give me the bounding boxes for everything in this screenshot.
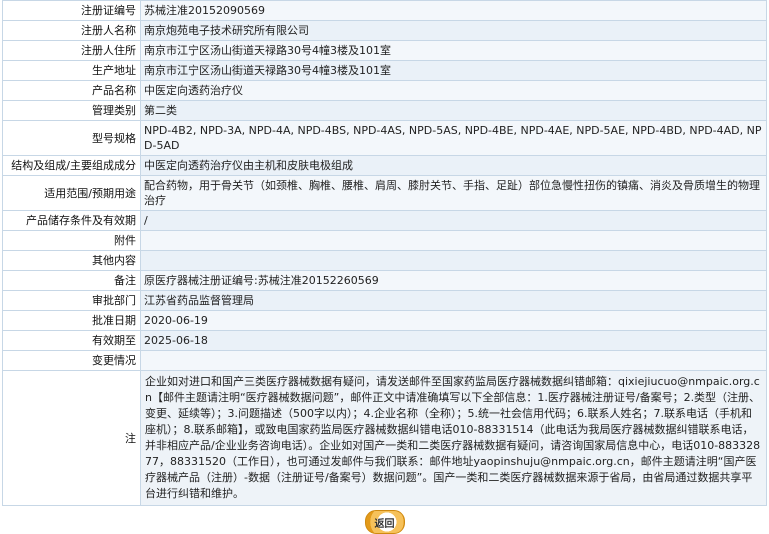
- table-row: 结构及组成/主要组成成分 中医定向透药治疗仪由主机和皮肤电极组成: [2, 155, 767, 176]
- row-label: 备注: [2, 270, 141, 291]
- table-row: 注册人名称 南京炮苑电子技术研究所有限公司: [2, 20, 767, 41]
- table-row: 产品名称 中医定向透药治疗仪: [2, 80, 767, 101]
- row-value: 南京市江宁区汤山街道天禄路30号4幢3楼及101室: [140, 40, 767, 61]
- row-label: 批准日期: [2, 310, 141, 331]
- footer: 返回: [0, 510, 769, 534]
- table-row: 附件: [2, 230, 767, 251]
- table-row: 有效期至 2025-06-18: [2, 330, 767, 351]
- table-row: 产品储存条件及有效期 /: [2, 210, 767, 231]
- row-label: 注册证编号: [2, 0, 141, 21]
- row-value: 南京市江宁区汤山街道天禄路30号4幢3楼及101室: [140, 60, 767, 81]
- row-label: 适用范围/预期用途: [2, 175, 141, 211]
- row-value: 南京炮苑电子技术研究所有限公司: [140, 20, 767, 41]
- table-row: 型号规格 NPD-4B2, NPD-3A, NPD-4A, NPD-4BS, NP…: [2, 120, 767, 156]
- table-row: 备注 原医疗器械注册证编号:苏械注准20152260569: [2, 270, 767, 291]
- row-value: 苏械注准20152090569: [140, 0, 767, 21]
- table-row: 变更情况: [2, 350, 767, 371]
- table-row: 注册证编号 苏械注准20152090569: [2, 0, 767, 21]
- notice-label: 注: [2, 370, 141, 506]
- table-row: 其他内容: [2, 250, 767, 271]
- row-value: [140, 250, 767, 271]
- row-label: 注册人住所: [2, 40, 141, 61]
- row-value: 第二类: [140, 100, 767, 121]
- row-label: 型号规格: [2, 120, 141, 156]
- row-value: /: [140, 210, 767, 231]
- table-row: 注册人住所 南京市江宁区汤山街道天禄路30号4幢3楼及101室: [2, 40, 767, 61]
- row-label: 有效期至: [2, 330, 141, 351]
- table-row: 批准日期 2020-06-19: [2, 310, 767, 331]
- row-value: NPD-4B2, NPD-3A, NPD-4A, NPD-4BS, NPD-4A…: [140, 120, 767, 156]
- row-label: 产品名称: [2, 80, 141, 101]
- row-label: 变更情况: [2, 350, 141, 371]
- row-label: 注册人名称: [2, 20, 141, 41]
- row-value: 2020-06-19: [140, 310, 767, 331]
- back-button[interactable]: 返回: [364, 510, 405, 534]
- row-label: 管理类别: [2, 100, 141, 121]
- row-value: 配合药物，用于骨关节（如颈椎、胸椎、腰椎、肩周、膝肘关节、手指、足趾）部位急慢性…: [140, 175, 767, 211]
- row-value: 原医疗器械注册证编号:苏械注准20152260569: [140, 270, 767, 291]
- row-value: [140, 230, 767, 251]
- row-value: 中医定向透药治疗仪由主机和皮肤电极组成: [140, 155, 767, 176]
- row-value: [140, 350, 767, 371]
- table-row: 管理类别 第二类: [2, 100, 767, 121]
- table-row: 生产地址 南京市江宁区汤山街道天禄路30号4幢3楼及101室: [2, 60, 767, 81]
- notice-text: 企业如对进口和国产三类医疗器械数据有疑问，请发送邮件至国家药监局医疗器械数据纠错…: [140, 370, 767, 506]
- table-row: 审批部门 江苏省药品监督管理局: [2, 290, 767, 311]
- row-value: 2025-06-18: [140, 330, 767, 351]
- row-value: 中医定向透药治疗仪: [140, 80, 767, 101]
- row-label: 生产地址: [2, 60, 141, 81]
- row-label: 结构及组成/主要组成成分: [2, 155, 141, 176]
- notice-row: 注企业如对进口和国产三类医疗器械数据有疑问，请发送邮件至国家药监局医疗器械数据纠…: [2, 370, 767, 506]
- row-value: 江苏省药品监督管理局: [140, 290, 767, 311]
- row-label: 产品储存条件及有效期: [2, 210, 141, 231]
- table-row: 适用范围/预期用途 配合药物，用于骨关节（如颈椎、胸椎、腰椎、肩周、膝肘关节、手指…: [2, 175, 767, 211]
- row-label: 附件: [2, 230, 141, 251]
- row-label: 审批部门: [2, 290, 141, 311]
- row-label: 其他内容: [2, 250, 141, 271]
- device-registration-table: 注册证编号 苏械注准20152090569 注册人名称 南京炮苑电子技术研究所有限公司…: [2, 0, 767, 506]
